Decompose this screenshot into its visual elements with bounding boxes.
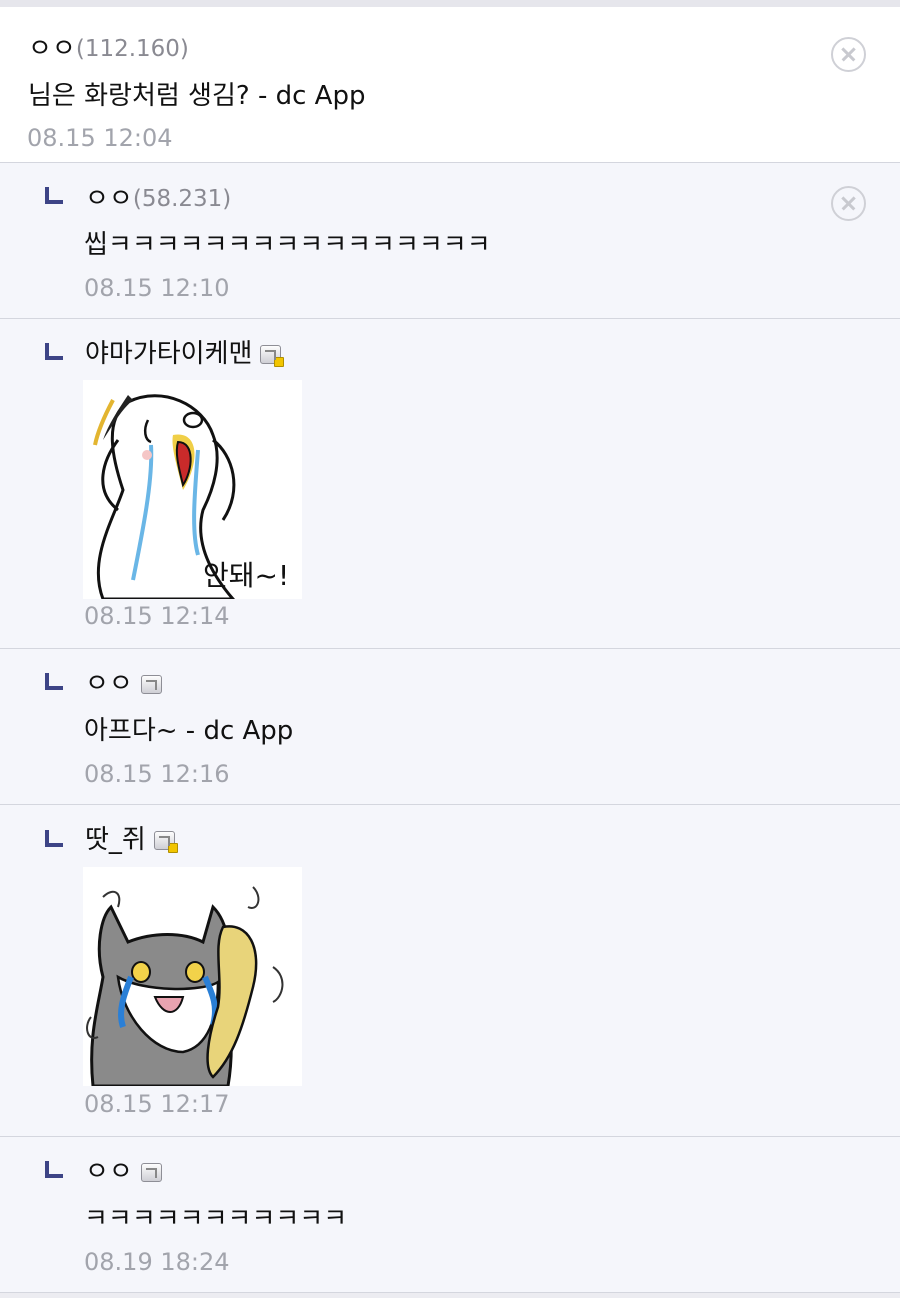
reply-text: 씹ㅋㅋㅋㅋㅋㅋㅋㅋㅋㅋㅋㅋㅋㅋㅋㅋ [84,230,491,260]
author-name: ㅇㅇ [85,669,133,699]
comment-item: ㅇㅇ (112.160) 님은 화랑처럼 생김? - dc App 08.15 … [0,7,900,163]
gallog-badge-icon[interactable] [140,674,162,694]
reply-text: 아프다~ - dc App [84,716,294,746]
reply-author[interactable]: 땃_쥐 [85,825,178,855]
top-bar [0,0,900,7]
gallog-badge-icon[interactable] [153,830,178,853]
reply-author[interactable]: ㅇㅇ [85,669,162,699]
reply-item: ㅇㅇ ㅋㅋㅋㅋㅋㅋㅋㅋㅋㅋㅋ 08.19 18:24 [0,1137,900,1293]
author-name: ㅇㅇ [28,34,76,64]
author-ip: (58.231) [132,186,232,212]
gallog-badge-icon[interactable] [260,344,285,367]
comment-time: 08.15 12:04 [27,124,173,152]
author-name: ㅇㅇ [85,1157,133,1187]
reply-time: 08.15 12:16 [84,760,230,788]
author-name: ㅇㅇ [85,184,133,214]
author-name: 땃_쥐 [85,825,146,855]
reply-author[interactable]: ㅇㅇ (58.231) [85,184,231,214]
author-ip: (112.160) [75,36,189,62]
reply-time: 08.19 18:24 [84,1248,230,1276]
reply-time: 08.15 12:17 [84,1090,230,1118]
reply-text: ㅋㅋㅋㅋㅋㅋㅋㅋㅋㅋㅋ [84,1204,348,1234]
comment-text: 님은 화랑처럼 생김? - dc App [28,81,366,111]
reply-arrow-icon [45,343,63,360]
reply-author[interactable]: 야마가타이케맨 [85,339,285,369]
reply-arrow-icon [45,830,63,847]
gallog-badge-icon[interactable] [140,1162,162,1182]
comment-author[interactable]: ㅇㅇ (112.160) [28,34,189,64]
reply-item: 땃_쥐 08.15 12:17 [0,805,900,1137]
delete-comment-button[interactable] [831,37,866,72]
sticker-caption: 안돼~! [203,559,289,592]
reply-item: ㅇㅇ 아프다~ - dc App 08.15 12:16 [0,649,900,805]
reply-arrow-icon [45,1161,63,1178]
reply-item: 야마가타이케맨 안돼~! 08.15 12:14 [0,319,900,649]
reply-author[interactable]: ㅇㅇ [85,1157,162,1187]
sticker-image [83,867,302,1086]
delete-comment-button[interactable] [831,186,866,221]
sticker-image: 안돼~! [83,380,302,599]
author-name: 야마가타이케맨 [85,339,253,369]
reply-time: 08.15 12:14 [84,602,230,630]
reply-arrow-icon [45,187,63,204]
reply-item: ㅇㅇ (58.231) 씹ㅋㅋㅋㅋㅋㅋㅋㅋㅋㅋㅋㅋㅋㅋㅋㅋ 08.15 12:1… [0,163,900,319]
reply-arrow-icon [45,673,63,690]
reply-time: 08.15 12:10 [84,274,230,302]
